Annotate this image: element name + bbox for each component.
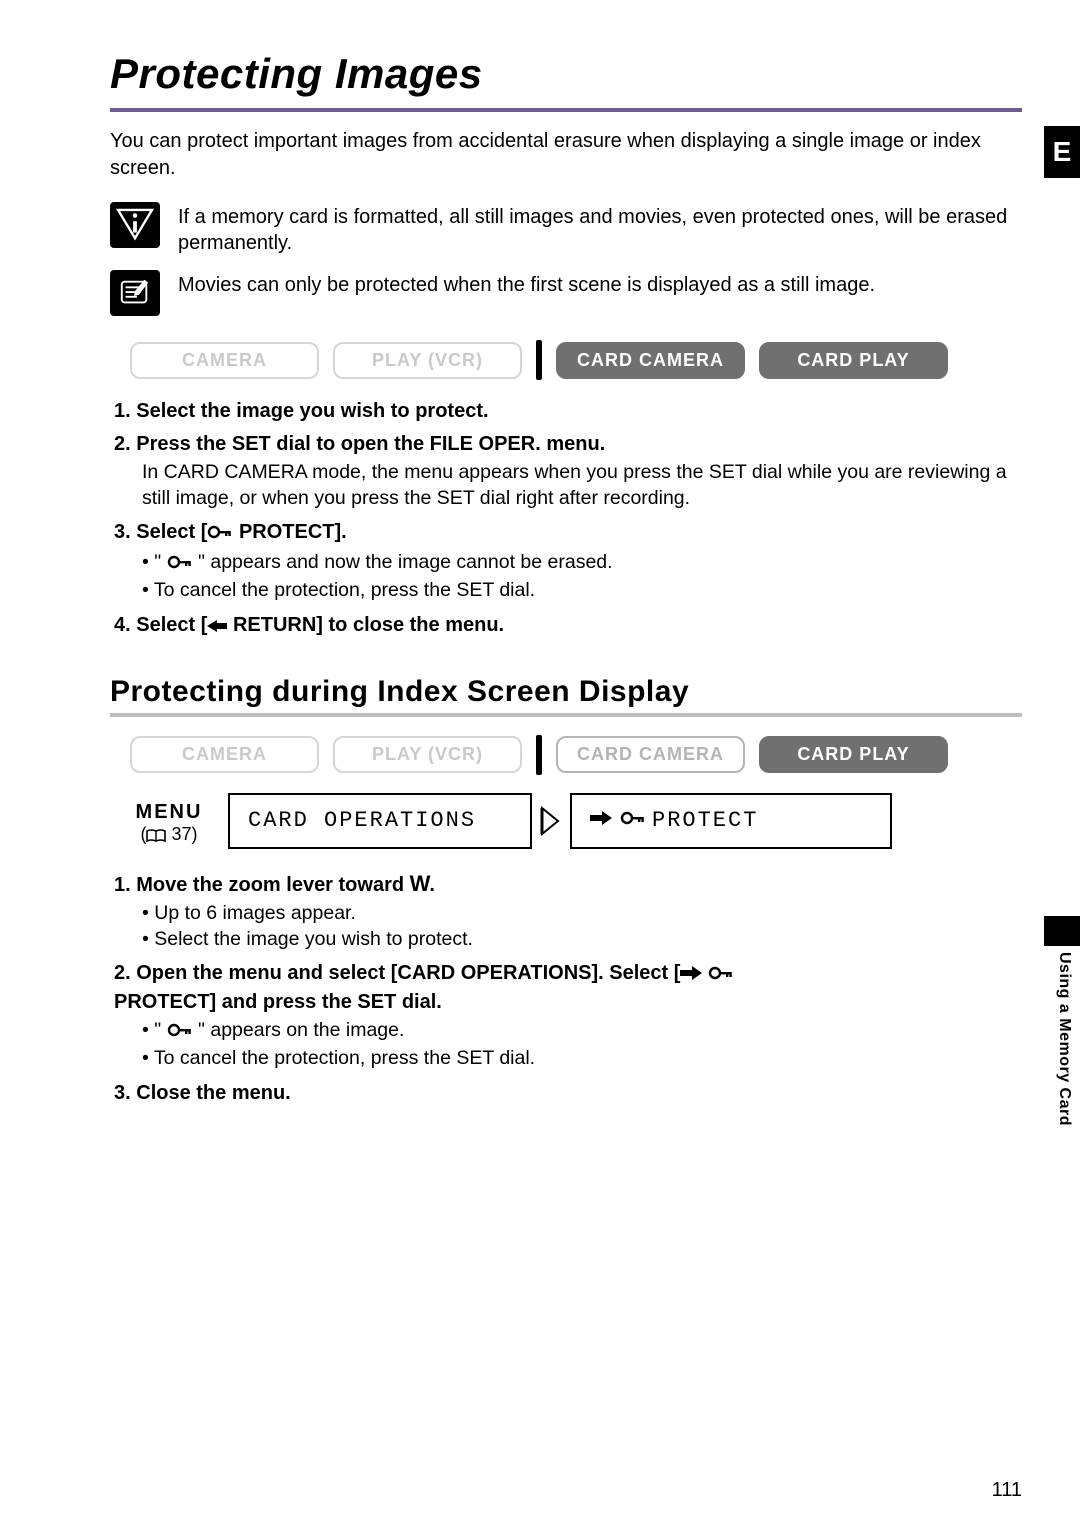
s2-step1-b2: Select the image you wish to protect. [142, 927, 1022, 953]
mode-row-1: CAMERA PLAY (VCR) CARD CAMERA CARD PLAY [130, 340, 1022, 380]
w-mark-icon: W [410, 869, 430, 899]
step1-head: Select the image you wish to protect. [136, 400, 488, 422]
s2-step2-b2: To cancel the protection, press the SET … [142, 1046, 1022, 1072]
key-icon [167, 552, 193, 578]
mode-card-play-2: CARD PLAY [759, 736, 948, 773]
exclamation-icon [110, 202, 160, 248]
step3-bullet1: " " appears and now the image cannot be … [142, 550, 1022, 578]
step4-head: Select [ RETURN] to close the menu. [136, 614, 504, 636]
key-icon [207, 521, 233, 548]
warning-text: If a memory card is formatted, all still… [178, 202, 1022, 256]
subheading: Protecting during Index Screen Display [110, 675, 1022, 717]
page-number: 111 [992, 1479, 1022, 1502]
menu-box-protect: PROTECT [570, 793, 892, 849]
right-arrow-icon [590, 808, 612, 833]
s2-step1-b1: Up to 6 images appear. [142, 901, 1022, 927]
steps-1: 1. Select the image you wish to protect.… [114, 398, 1022, 641]
step3-bullet2: To cancel the protection, press the SET … [142, 578, 1022, 604]
page-title: Protecting Images [110, 50, 1022, 98]
intro-text: You can protect important images from ac… [110, 128, 1022, 182]
mode-separator [536, 340, 542, 380]
mode-camera: CAMERA [130, 342, 319, 379]
s2-step2-b1: " " appears on the image. [142, 1018, 1022, 1046]
info-note: Movies can only be protected when the fi… [110, 270, 1022, 316]
s2-step2-head: Open the menu and select [CARD OPERATION… [114, 962, 734, 1013]
mode-play-vcr: PLAY (VCR) [333, 342, 522, 379]
warning-note: If a memory card is formatted, all still… [110, 202, 1022, 256]
mode-card-play: CARD PLAY [759, 342, 948, 379]
step2-head: Press the SET dial to open the FILE OPER… [136, 433, 605, 455]
step3-head: Select [ PROTECT]. [136, 521, 347, 543]
info-text: Movies can only be protected when the fi… [178, 270, 875, 298]
key-icon [620, 808, 646, 833]
menu-ref: ( 37) [110, 824, 228, 848]
key-icon [167, 1020, 193, 1046]
section-caption: Using a Memory Card [1055, 952, 1073, 1126]
menu-arrow-icon [532, 793, 570, 849]
menu-label: MENU [110, 801, 228, 824]
mode-separator-2 [536, 735, 542, 775]
steps-2: 1. Move the zoom lever toward W. Up to 6… [114, 869, 1022, 1107]
notes-icon [110, 270, 160, 316]
menu-box-card-operations: CARD OPERATIONS [228, 793, 532, 849]
section-tab-marker [1044, 916, 1080, 946]
mode-card-camera: CARD CAMERA [556, 342, 745, 379]
key-icon [708, 962, 734, 989]
language-tab: E [1044, 126, 1080, 178]
mode-row-2: CAMERA PLAY (VCR) CARD CAMERA CARD PLAY [130, 735, 1022, 775]
title-underline [110, 108, 1022, 112]
menu-path: MENU ( 37) CARD OPERATIONS PROTECT [110, 793, 1022, 849]
right-arrow-icon [680, 962, 702, 989]
return-arrow-icon [207, 614, 227, 641]
mode-card-camera-2: CARD CAMERA [556, 736, 745, 773]
mode-play-vcr-2: PLAY (VCR) [333, 736, 522, 773]
s2-step3-head: Close the menu. [136, 1082, 290, 1104]
step2-body: In CARD CAMERA mode, the menu appears wh… [142, 460, 1022, 511]
manual-ref-icon [146, 827, 166, 848]
s2-step1-head: Move the zoom lever toward W. [136, 874, 435, 896]
mode-camera-2: CAMERA [130, 736, 319, 773]
